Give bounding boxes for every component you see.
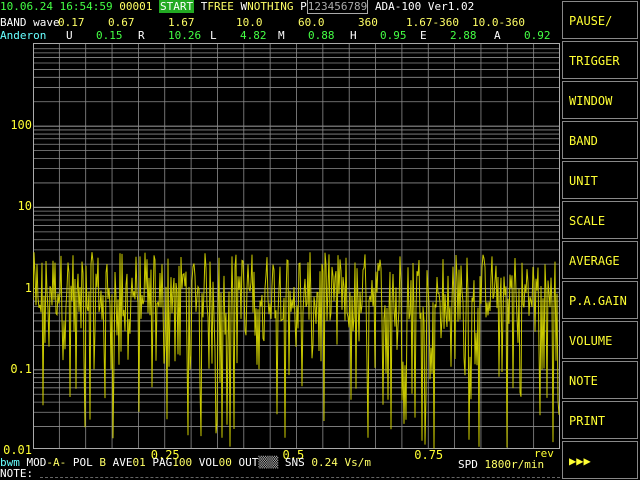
- param-key: M: [278, 29, 285, 42]
- param-key: H: [350, 29, 357, 42]
- param-key: R: [138, 29, 145, 42]
- band-value: 360: [358, 16, 378, 29]
- out-label: OUT: [238, 456, 259, 469]
- band-value: 10.0-360: [472, 16, 525, 29]
- wave-label: wave: [33, 16, 60, 29]
- status-header: 10.06.24 16:54:59 00001 START TFREE WNOT…: [0, 0, 475, 14]
- note-label: NOTE:: [0, 467, 34, 480]
- note-field[interactable]: [40, 477, 560, 478]
- pause-button[interactable]: PAUSE/: [562, 1, 638, 39]
- vol-label: VOL: [198, 456, 219, 469]
- print-prefix: P: [300, 0, 307, 13]
- band-row: BAND wave: [0, 16, 60, 29]
- y-tick-label: 100: [10, 118, 32, 133]
- ave-label: AVE: [112, 456, 133, 469]
- params-row: Anderon: [0, 29, 46, 42]
- mod-value: -A-: [46, 456, 67, 469]
- spd-label: SPD: [458, 458, 478, 471]
- scale-button[interactable]: SCALE: [562, 201, 638, 239]
- param-key: U: [66, 29, 73, 42]
- param-value: 2.88: [450, 29, 477, 42]
- counter: 00001: [119, 0, 153, 13]
- param-value: 4.82: [240, 29, 267, 42]
- band-value: 10.0: [236, 16, 263, 29]
- pag-value: 100: [172, 456, 193, 469]
- sns-unit: Vs/m: [344, 456, 372, 469]
- y-tick-label: 0.01: [3, 443, 32, 457]
- band-value: 1.67-360: [406, 16, 459, 29]
- trigger-value: FREE: [207, 0, 234, 13]
- band-value: 0.67: [108, 16, 135, 29]
- start-indicator: START: [158, 0, 195, 13]
- spd-unit: r/min: [511, 458, 545, 471]
- band-button[interactable]: BAND: [562, 121, 638, 159]
- y-tick-label: 1: [24, 280, 32, 295]
- band-value: 1.67: [168, 16, 195, 29]
- band-value: 0.17: [58, 16, 85, 29]
- note-button[interactable]: NOTE: [562, 361, 638, 399]
- plot-canvas: [32, 43, 561, 449]
- pag-label: PAG: [152, 456, 173, 469]
- print-button[interactable]: PRINT: [562, 401, 638, 439]
- sns-value: 0.24: [311, 456, 338, 469]
- device-name: ADA-100: [374, 0, 422, 13]
- date: 10.06.24: [0, 0, 53, 13]
- param-value: 0.88: [308, 29, 335, 42]
- param-value: 0.92: [524, 29, 551, 42]
- analysis-name: Anderon: [0, 29, 47, 42]
- time: 16:54:59: [59, 0, 113, 13]
- param-value: 0.95: [380, 29, 407, 42]
- param-key: E: [420, 29, 427, 42]
- sns-label: SNS: [284, 456, 305, 469]
- y-tick-label: 10: [17, 199, 32, 214]
- p-a-gain-button[interactable]: P.A.GAIN: [562, 281, 638, 319]
- footer-status: bwm MOD-A- POL B AVE01 PAG100 VOL00 OUT▒…: [0, 457, 371, 469]
- band-value: 60.0: [298, 16, 325, 29]
- next-page-button[interactable]: ▶▶▶: [562, 441, 638, 479]
- volume-button[interactable]: VOLUME: [562, 321, 638, 359]
- version: Ver1.02: [427, 0, 475, 13]
- param-value: 0.15: [96, 29, 123, 42]
- print-digits: 123456789: [306, 0, 369, 14]
- param-value: 10.26: [168, 29, 202, 42]
- x-tick-label: 0.75: [414, 448, 444, 462]
- window-button[interactable]: WINDOW: [562, 81, 638, 119]
- spectrum-plot: [32, 43, 561, 449]
- param-key: L: [210, 29, 217, 42]
- average-button[interactable]: AVERAGE: [562, 241, 638, 279]
- param-key: A: [494, 29, 501, 42]
- speed-readout: SPD 1800r/min: [458, 459, 544, 471]
- out-meter-icon: ▒▒▒: [258, 456, 279, 469]
- ave-value: 01: [132, 456, 146, 469]
- band-label: BAND: [0, 16, 27, 29]
- unit-button[interactable]: UNIT: [562, 161, 638, 199]
- window-value: NOTHING: [247, 0, 294, 13]
- trigger-button[interactable]: TRIGGER: [562, 41, 638, 79]
- spd-value: 1800: [484, 458, 512, 471]
- vol-value: 00: [218, 456, 232, 469]
- pol-value: B: [99, 456, 106, 469]
- y-tick-label: 0.1: [10, 361, 32, 376]
- pol-label: POL: [72, 456, 93, 469]
- function-menu: PAUSE/TRIGGER WINDOW BAND UNIT SCALE AVERAGE P…: [562, 0, 640, 480]
